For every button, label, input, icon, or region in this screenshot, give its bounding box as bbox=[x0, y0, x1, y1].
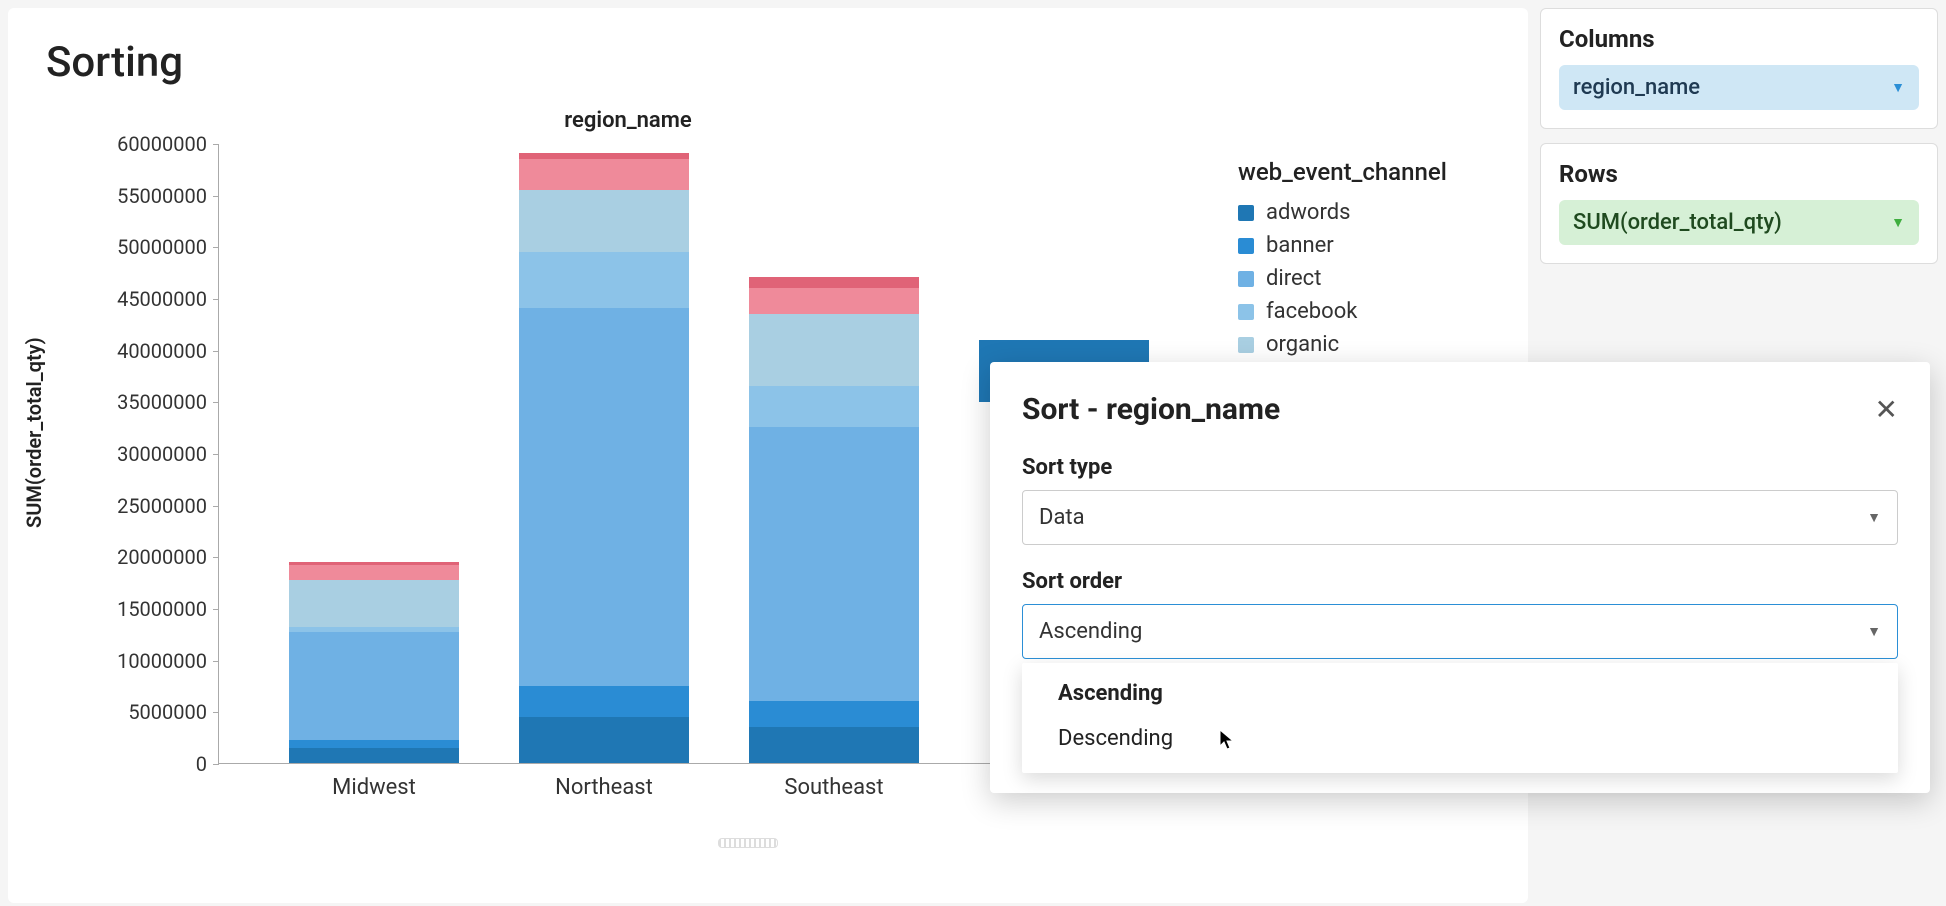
bar-segment bbox=[519, 252, 689, 309]
legend-label: banner bbox=[1266, 233, 1334, 258]
chevron-down-icon: ▼ bbox=[1891, 214, 1905, 231]
close-icon[interactable]: ✕ bbox=[1875, 396, 1898, 424]
bar-segment bbox=[289, 740, 459, 747]
dropdown-option-ascending[interactable]: Ascending bbox=[1022, 671, 1898, 716]
legend-swatch bbox=[1238, 337, 1254, 353]
bar-segment bbox=[519, 717, 689, 764]
y-tick-label: 60000000 bbox=[117, 132, 219, 156]
legend-swatch bbox=[1238, 238, 1254, 254]
legend-label: adwords bbox=[1266, 200, 1350, 225]
columns-shelf-title: Columns bbox=[1559, 25, 1919, 53]
y-tick-label: 15000000 bbox=[117, 597, 219, 621]
page-title: Sorting bbox=[8, 8, 1528, 87]
bar-segment bbox=[749, 727, 919, 763]
columns-pill[interactable]: region_name ▼ bbox=[1559, 65, 1919, 110]
modal-title: Sort - region_name bbox=[1022, 392, 1280, 427]
y-tick-label: 45000000 bbox=[117, 287, 219, 311]
rows-shelf: Rows SUM(order_total_qty) ▼ bbox=[1540, 143, 1938, 264]
bar-southeast[interactable] bbox=[749, 277, 919, 763]
y-tick-label: 10000000 bbox=[117, 649, 219, 673]
right-rail: Columns region_name ▼ Rows SUM(order_tot… bbox=[1540, 8, 1938, 278]
chevron-down-icon: ▼ bbox=[1891, 79, 1905, 96]
bar-segment bbox=[289, 748, 459, 764]
chevron-down-icon: ▼ bbox=[1867, 623, 1881, 640]
legend-swatch bbox=[1238, 271, 1254, 287]
bar-segment bbox=[749, 386, 919, 427]
columns-pill-label: region_name bbox=[1573, 75, 1700, 100]
legend-title: web_event_channel bbox=[1238, 158, 1447, 186]
rows-shelf-title: Rows bbox=[1559, 160, 1919, 188]
y-tick-label: 50000000 bbox=[117, 235, 219, 259]
sort-type-label: Sort type bbox=[1022, 455, 1898, 480]
legend: web_event_channel adwords banner direct fac… bbox=[1238, 158, 1447, 365]
sort-order-label: Sort order bbox=[1022, 569, 1898, 594]
sort-modal: Sort - region_name ✕ Sort type Data ▼ So… bbox=[990, 362, 1930, 793]
chart-title: region_name bbox=[28, 108, 1228, 133]
x-tick-label: Northeast bbox=[494, 763, 714, 800]
sort-order-dropdown: AscendingDescending bbox=[1022, 663, 1898, 773]
bar-segment bbox=[749, 701, 919, 727]
columns-shelf: Columns region_name ▼ bbox=[1540, 8, 1938, 129]
legend-item[interactable]: banner bbox=[1238, 233, 1447, 258]
legend-item[interactable]: organic bbox=[1238, 332, 1447, 357]
legend-label: facebook bbox=[1266, 299, 1357, 324]
bar-segment bbox=[519, 190, 689, 252]
legend-swatch bbox=[1238, 205, 1254, 221]
y-tick-label: 25000000 bbox=[117, 494, 219, 518]
legend-label: organic bbox=[1266, 332, 1339, 357]
bar-segment bbox=[289, 580, 459, 627]
bar-segment bbox=[289, 565, 459, 581]
sort-order-select[interactable]: Ascending ▼ bbox=[1022, 604, 1898, 659]
y-tick-label: 55000000 bbox=[117, 184, 219, 208]
bar-segment bbox=[519, 159, 689, 190]
legend-item[interactable]: facebook bbox=[1238, 299, 1447, 324]
bar-segment bbox=[289, 632, 459, 741]
x-tick-label: Midwest bbox=[264, 763, 484, 800]
legend-label: direct bbox=[1266, 266, 1321, 291]
y-tick-label: 5000000 bbox=[128, 700, 219, 724]
bar-segment bbox=[749, 288, 919, 314]
legend-item[interactable]: direct bbox=[1238, 266, 1447, 291]
y-tick-label: 20000000 bbox=[117, 545, 219, 569]
bar-segment bbox=[519, 308, 689, 685]
y-axis-label: SUM(order_total_qty) bbox=[22, 337, 46, 528]
bar-midwest[interactable] bbox=[289, 562, 459, 763]
rows-pill-label: SUM(order_total_qty) bbox=[1573, 210, 1782, 235]
dropdown-option-descending[interactable]: Descending bbox=[1022, 716, 1898, 761]
legend-swatch bbox=[1238, 304, 1254, 320]
legend-item[interactable]: adwords bbox=[1238, 200, 1447, 225]
sort-type-value: Data bbox=[1039, 505, 1085, 530]
sort-order-value: Ascending bbox=[1039, 619, 1142, 644]
bar-northeast[interactable] bbox=[519, 153, 689, 763]
bar-segment bbox=[749, 314, 919, 386]
rows-pill[interactable]: SUM(order_total_qty) ▼ bbox=[1559, 200, 1919, 245]
sort-type-select[interactable]: Data ▼ bbox=[1022, 490, 1898, 545]
resize-handle-icon[interactable] bbox=[718, 838, 778, 848]
bar-segment bbox=[749, 427, 919, 701]
chevron-down-icon: ▼ bbox=[1867, 509, 1881, 526]
y-tick-label: 30000000 bbox=[117, 442, 219, 466]
bar-segment bbox=[519, 686, 689, 717]
bar-segment bbox=[749, 277, 919, 287]
y-tick-label: 40000000 bbox=[117, 339, 219, 363]
x-tick-label: Southeast bbox=[724, 763, 944, 800]
y-tick-label: 35000000 bbox=[117, 390, 219, 414]
